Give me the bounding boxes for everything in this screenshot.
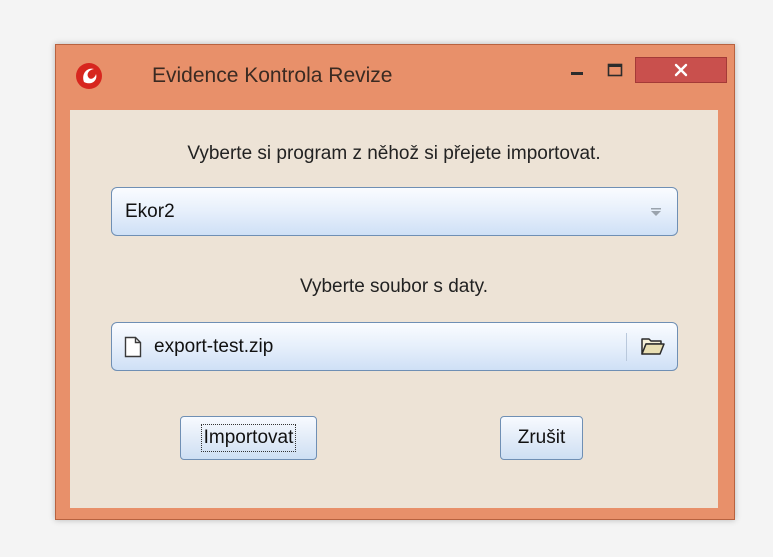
app-logo-icon xyxy=(76,63,102,89)
import-button-label: Importovat xyxy=(200,424,297,452)
minimize-button[interactable] xyxy=(559,57,595,83)
dropdown-arrow-icon xyxy=(651,208,661,216)
import-button[interactable]: Importovat xyxy=(180,416,317,460)
file-name: export-test.zip xyxy=(154,335,274,357)
program-prompt: Vyberte si program z něhož si přejete im… xyxy=(187,143,601,164)
dialog-body: Vyberte si program z něhož si přejete im… xyxy=(70,110,718,508)
maximize-icon xyxy=(607,63,623,77)
program-select[interactable]: Ekor2 xyxy=(111,187,678,236)
cancel-button-label: Zrušit xyxy=(517,427,566,448)
minimize-icon xyxy=(571,72,583,75)
cancel-button[interactable]: Zrušit xyxy=(500,416,583,460)
maximize-button[interactable] xyxy=(597,57,633,83)
dialog-window: Evidence Kontrola Revize Vyberte si prog… xyxy=(55,44,735,520)
file-picker-divider xyxy=(626,333,627,361)
window-title: Evidence Kontrola Revize xyxy=(152,64,393,87)
folder-open-icon[interactable] xyxy=(640,335,666,357)
file-icon xyxy=(124,336,142,357)
file-picker[interactable]: export-test.zip xyxy=(111,322,678,371)
file-prompt: Vyberte soubor s daty. xyxy=(300,276,488,297)
close-icon xyxy=(674,63,688,77)
title-bar[interactable]: Evidence Kontrola Revize xyxy=(56,45,734,110)
close-button[interactable] xyxy=(635,57,727,83)
program-select-value: Ekor2 xyxy=(125,200,175,222)
